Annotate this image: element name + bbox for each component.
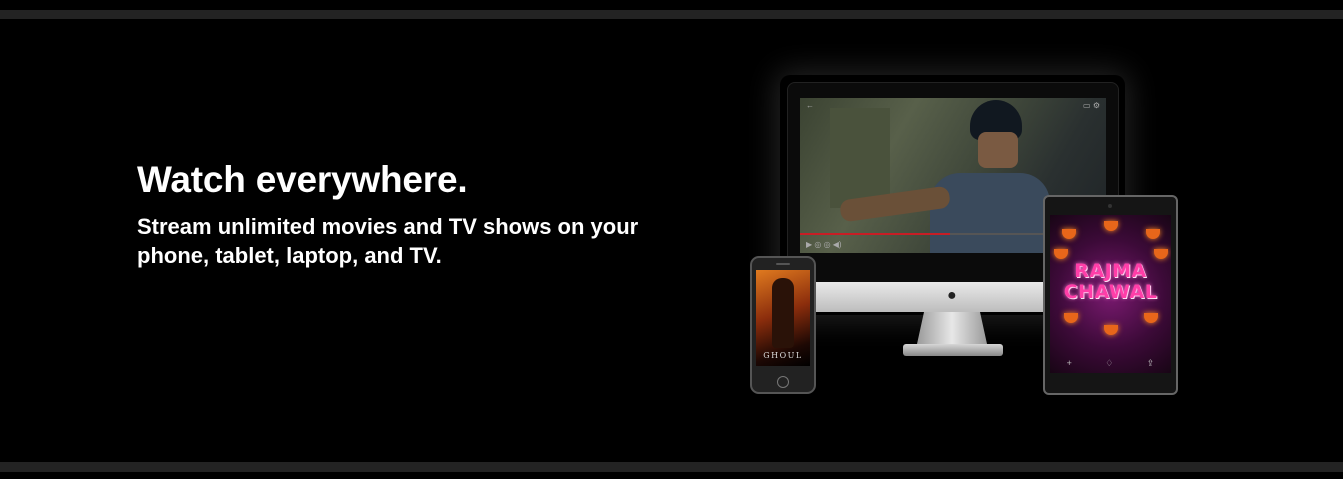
diya-decoration xyxy=(1062,229,1076,239)
like-icon: ♢ xyxy=(1105,358,1114,368)
diya-decoration xyxy=(1064,313,1078,323)
feature-text-block: Watch everywhere. Stream unlimited movie… xyxy=(137,158,657,270)
cast-icon: ▭ ⚙ xyxy=(1083,101,1100,110)
back-arrow-icon: ← xyxy=(806,101,814,110)
diya-decoration xyxy=(1104,325,1118,335)
scene-figure-shirt xyxy=(930,173,1050,253)
phone-home-button xyxy=(777,376,789,388)
tablet-screen: RAJMA CHAWAL + ♢ ⇪ xyxy=(1050,215,1171,373)
tablet-poster-title: RAJMA CHAWAL xyxy=(1063,260,1158,303)
playback-progress xyxy=(800,233,950,235)
apple-icon: ● xyxy=(947,287,957,304)
phone-poster-figure xyxy=(772,278,794,348)
devices-illustration: ← ▭ ⚙ ▶ ◎ ◎ ◀) ● GHOUL RAJMA CHAWAL + ♢ … xyxy=(745,70,1185,400)
section-subline: Stream unlimited movies and TV shows on … xyxy=(137,214,639,268)
imac-stand xyxy=(917,312,987,344)
play-icon: ▶ ◎ ◎ ◀) xyxy=(806,240,842,249)
scene-figure-face xyxy=(978,132,1018,168)
top-divider xyxy=(0,10,1343,19)
diya-decoration xyxy=(1104,221,1118,231)
phone-speaker xyxy=(776,263,790,265)
imac-foot xyxy=(903,344,1003,356)
share-icon: ⇪ xyxy=(1146,358,1155,368)
diya-decoration xyxy=(1054,249,1068,259)
add-icon: + xyxy=(1066,358,1072,368)
diya-decoration xyxy=(1146,229,1160,239)
diya-decoration xyxy=(1154,249,1168,259)
tablet-camera xyxy=(1108,204,1112,208)
section-headline: Watch everywhere. xyxy=(137,159,468,200)
tablet-action-bar: + ♢ ⇪ xyxy=(1050,358,1171,369)
bottom-divider xyxy=(0,462,1343,472)
phone-screen: GHOUL xyxy=(756,270,810,366)
scene-background xyxy=(830,108,890,208)
phone-device: GHOUL xyxy=(750,256,816,394)
phone-poster-title: GHOUL xyxy=(763,351,803,360)
tablet-device: RAJMA CHAWAL + ♢ ⇪ xyxy=(1043,195,1178,395)
diya-decoration xyxy=(1144,313,1158,323)
